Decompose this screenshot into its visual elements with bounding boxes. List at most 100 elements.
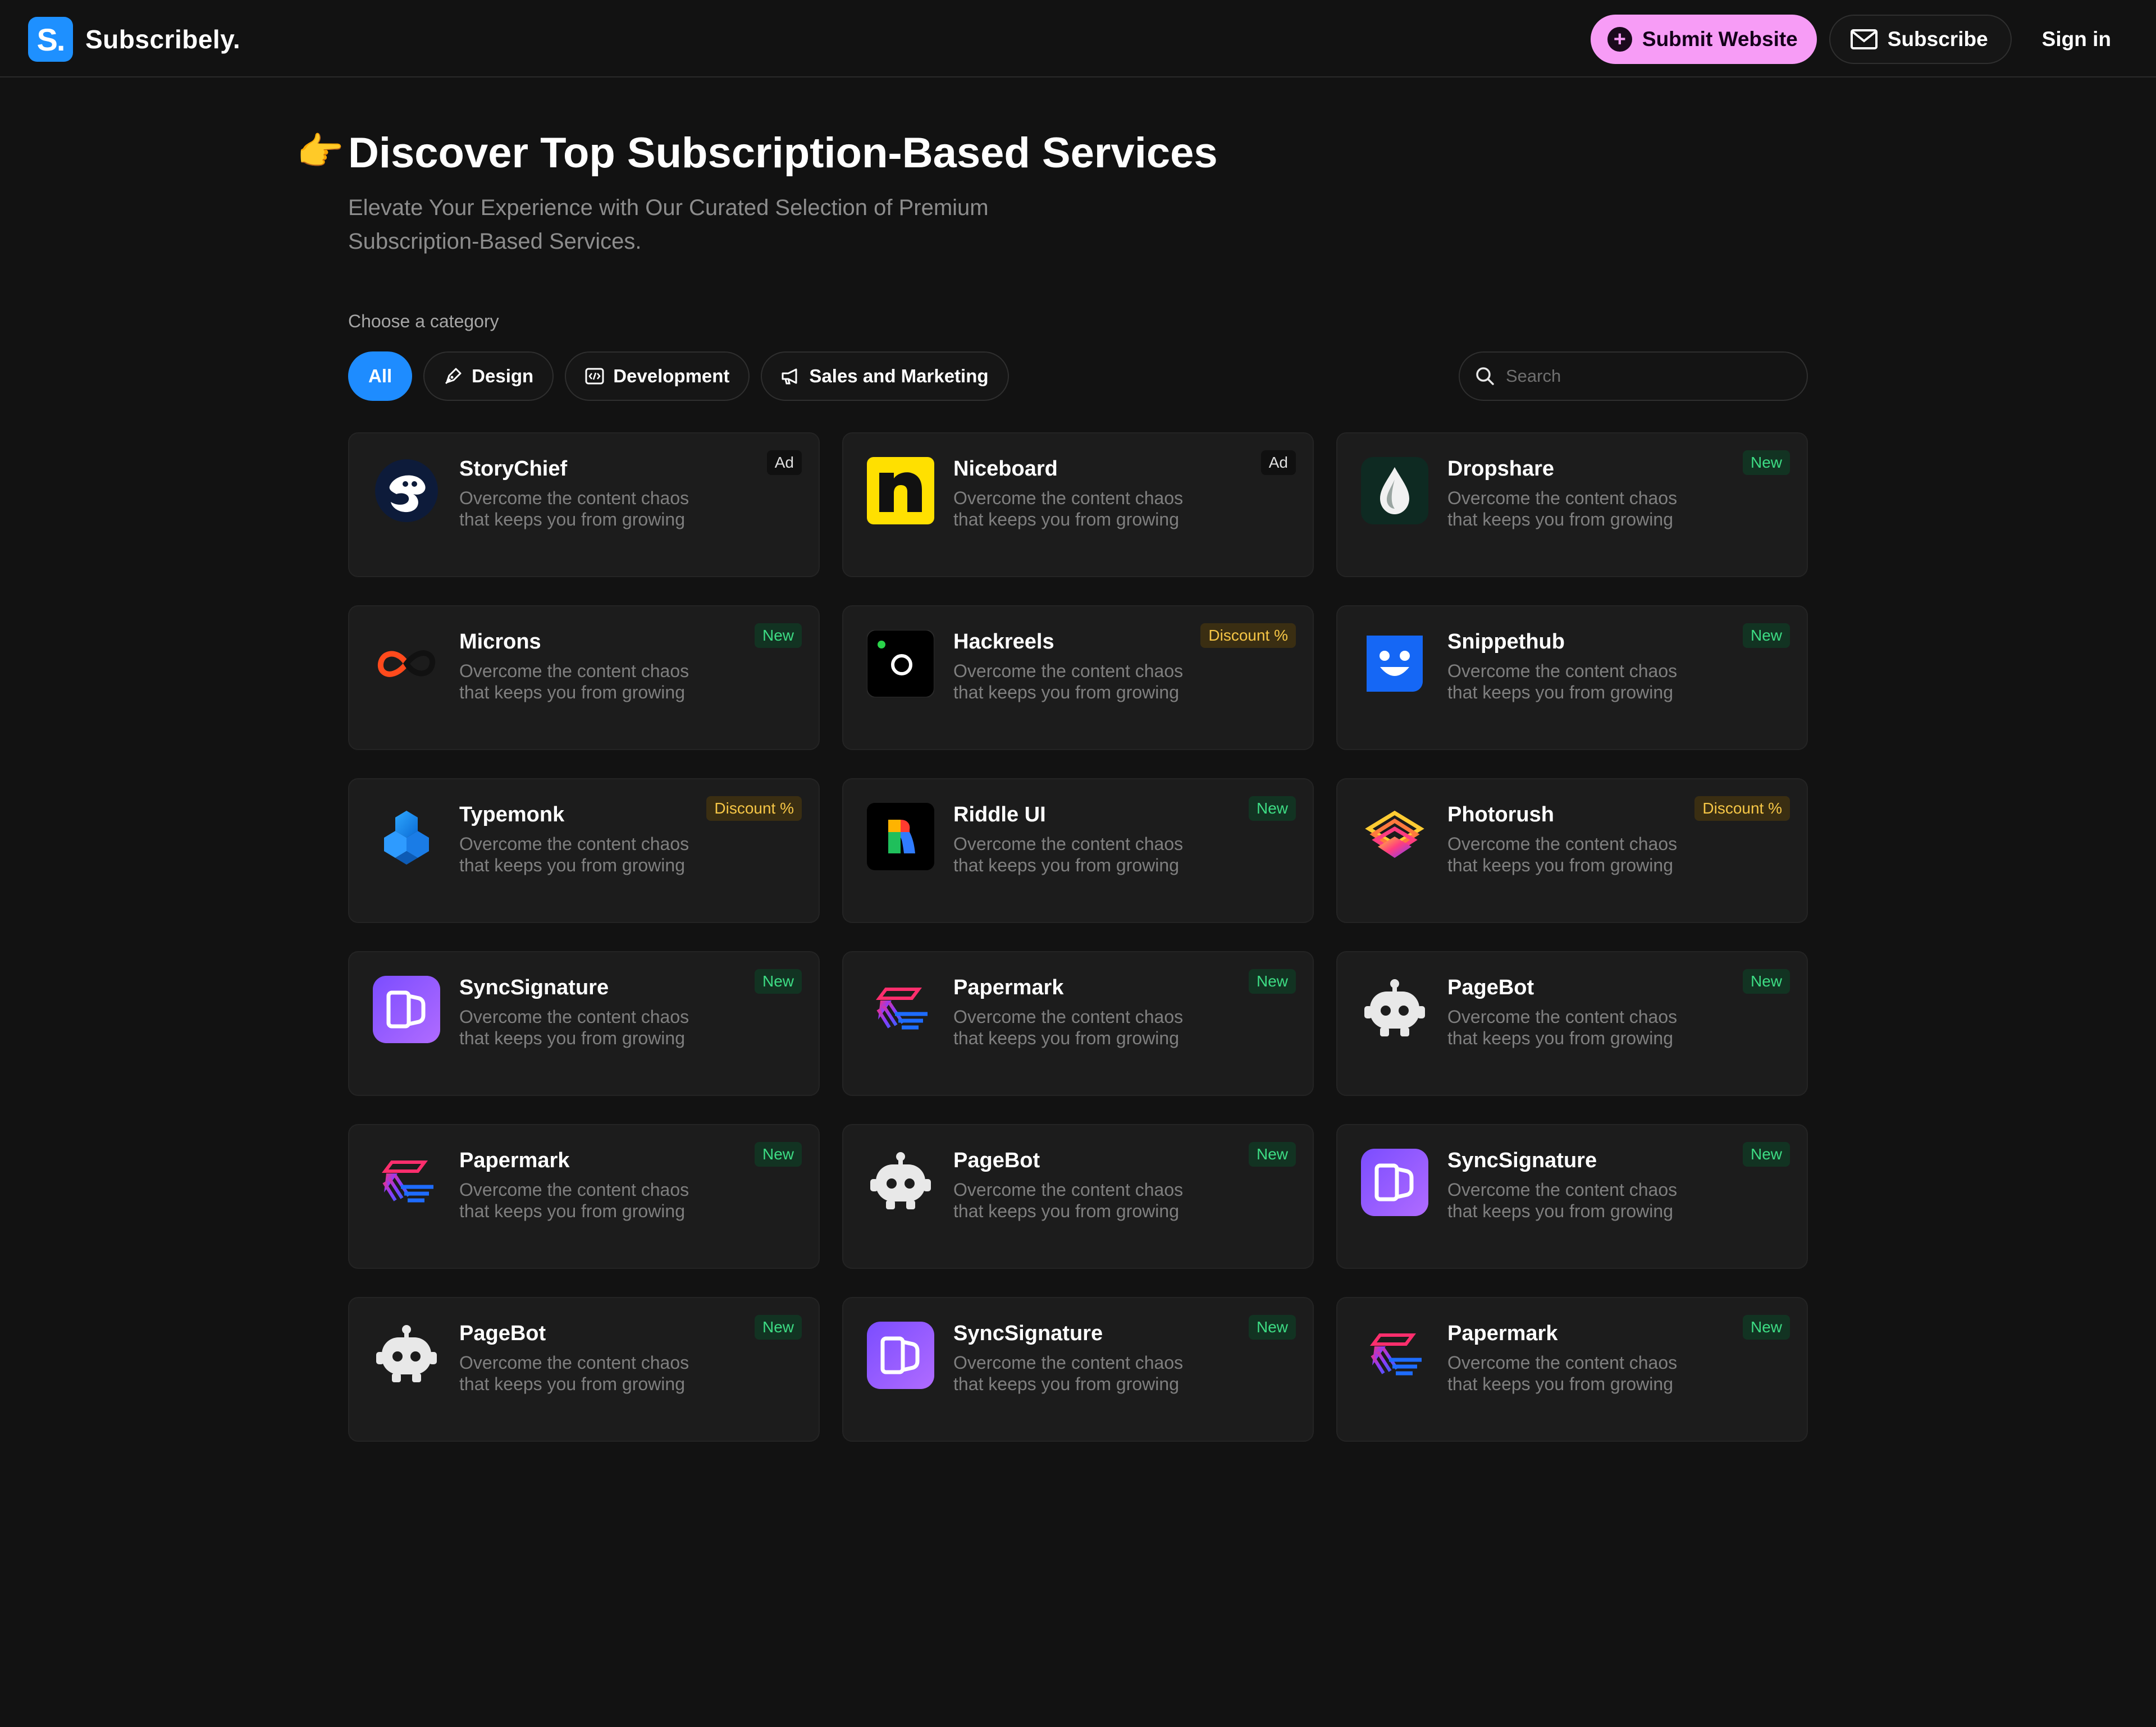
ad-badge: Ad — [766, 450, 802, 475]
category-chip-development[interactable]: Development — [565, 351, 750, 401]
service-card[interactable]: Dropshare Overcome the content chaos tha… — [1336, 432, 1808, 577]
search-box[interactable] — [1459, 351, 1808, 401]
sign-in-link[interactable]: Sign in — [2036, 28, 2117, 51]
service-card[interactable]: Papermark Overcome the content chaos tha… — [348, 1124, 820, 1269]
service-name: Riddle UI — [953, 803, 1046, 826]
plus-circle-icon: + — [1607, 27, 1632, 52]
service-description: Overcome the content chaos that keeps yo… — [1447, 661, 1678, 702]
service-card[interactable]: Papermark Overcome the content chaos tha… — [1336, 1297, 1808, 1442]
service-card[interactable]: StoryChief Overcome the content chaos th… — [348, 432, 820, 577]
page-subtitle: Elevate Your Experience with Our Curated… — [348, 195, 989, 254]
pen-tool-icon — [445, 368, 462, 385]
service-name: Dropshare — [1447, 457, 1555, 481]
service-description: Overcome the content chaos that keeps yo… — [459, 661, 689, 702]
new-badge: New — [1742, 623, 1790, 648]
new-badge: New — [1742, 1142, 1790, 1167]
service-name: Snippethub — [1447, 630, 1565, 654]
new-badge: New — [754, 969, 802, 994]
submit-website-button[interactable]: + Submit Website — [1590, 15, 1817, 64]
service-name: SyncSignature — [459, 976, 609, 999]
hackreels-logo-icon — [867, 630, 934, 697]
service-name: Papermark — [1447, 1322, 1558, 1345]
top-navbar: S. Subscribely. + Submit Website Subscri… — [0, 0, 2156, 77]
service-name: Microns — [459, 630, 541, 654]
discount-badge: Discount % — [1200, 623, 1296, 648]
new-badge: New — [1742, 450, 1790, 475]
service-name: SyncSignature — [1447, 1149, 1597, 1172]
discount-badge: Discount % — [1694, 796, 1790, 821]
service-description: Overcome the content chaos that keeps yo… — [953, 488, 1184, 529]
discount-badge: Discount % — [706, 796, 802, 821]
category-chip-design[interactable]: Design — [423, 351, 554, 401]
niceboard-logo-icon — [867, 457, 934, 524]
service-name: SyncSignature — [953, 1322, 1103, 1345]
service-description: Overcome the content chaos that keeps yo… — [1447, 1353, 1678, 1394]
service-card[interactable]: Hackreels Overcome the content chaos tha… — [842, 605, 1314, 750]
syncsignature-logo-icon — [867, 1322, 934, 1389]
service-card[interactable]: Snippethub Overcome the content chaos th… — [1336, 605, 1808, 750]
new-badge: New — [1248, 1142, 1296, 1167]
service-card[interactable]: PageBot Overcome the content chaos that … — [348, 1297, 820, 1442]
papermark-logo-icon — [1361, 1322, 1428, 1389]
service-name: Papermark — [953, 976, 1064, 999]
snippethub-logo-icon — [1361, 630, 1428, 697]
mail-icon — [1850, 29, 1878, 49]
service-card[interactable]: Photorush Overcome the content chaos tha… — [1336, 778, 1808, 923]
brand-logo-link[interactable]: S. Subscribely. — [28, 17, 240, 62]
category-label: Choose a category — [348, 311, 499, 331]
new-badge: New — [754, 1142, 802, 1167]
new-badge: New — [1248, 969, 1296, 994]
service-card[interactable]: Microns Overcome the content chaos that … — [348, 605, 820, 750]
service-description: Overcome the content chaos that keeps yo… — [459, 1007, 689, 1048]
pagebot-logo-icon — [373, 1322, 440, 1389]
syncsignature-logo-icon — [1361, 1149, 1428, 1216]
storychief-logo-icon — [373, 457, 440, 524]
service-description: Overcome the content chaos that keeps yo… — [1447, 1180, 1678, 1221]
service-description: Overcome the content chaos that keeps yo… — [953, 1180, 1184, 1221]
submit-website-label: Submit Website — [1642, 28, 1798, 51]
syncsignature-logo-icon — [373, 976, 440, 1043]
category-chip-sales-and-marketing[interactable]: Sales and Marketing — [761, 351, 1009, 401]
subscribe-button[interactable]: Subscribe — [1829, 15, 2012, 64]
subscribe-label: Subscribe — [1887, 28, 1988, 51]
service-card[interactable]: Niceboard Overcome the content chaos tha… — [842, 432, 1314, 577]
chip-label: Design — [472, 365, 534, 386]
category-chip-all[interactable]: All — [348, 351, 413, 401]
new-badge: New — [1248, 796, 1296, 821]
service-card[interactable]: SyncSignature Overcome the content chaos… — [348, 951, 820, 1096]
search-input[interactable] — [1505, 365, 1799, 387]
service-card[interactable]: SyncSignature Overcome the content chaos… — [842, 1297, 1314, 1442]
service-card[interactable]: Riddle UI Overcome the content chaos tha… — [842, 778, 1314, 923]
service-card[interactable]: SyncSignature Overcome the content chaos… — [1336, 1124, 1808, 1269]
new-badge: New — [1742, 969, 1790, 994]
riddle-ui-logo-icon — [867, 803, 934, 870]
papermark-logo-icon — [373, 1149, 440, 1216]
service-card[interactable]: PageBot Overcome the content chaos that … — [1336, 951, 1808, 1096]
service-description: Overcome the content chaos that keeps yo… — [1447, 1007, 1678, 1048]
dropshare-logo-icon — [1361, 457, 1428, 524]
new-badge: New — [754, 623, 802, 648]
ad-badge: Ad — [1260, 450, 1296, 475]
brand-mark: S. — [28, 17, 73, 62]
photorush-logo-icon — [1361, 803, 1428, 870]
new-badge: New — [1248, 1315, 1296, 1340]
service-description: Overcome the content chaos that keeps yo… — [459, 1180, 689, 1221]
service-description: Overcome the content chaos that keeps yo… — [1447, 834, 1678, 875]
new-badge: New — [1742, 1315, 1790, 1340]
service-description: Overcome the content chaos that keeps yo… — [1447, 488, 1678, 529]
megaphone-icon — [782, 368, 797, 385]
service-card[interactable]: Papermark Overcome the content chaos tha… — [842, 951, 1314, 1096]
service-description: Overcome the content chaos that keeps yo… — [459, 488, 689, 529]
typemonk-logo-icon — [373, 803, 440, 870]
chip-label: All — [368, 365, 392, 386]
service-description: Overcome the content chaos that keeps yo… — [953, 1007, 1184, 1048]
category-chips: All Design Development Sales and Marketi… — [348, 351, 1020, 401]
service-name: Niceboard — [953, 457, 1058, 481]
pagebot-logo-icon — [1361, 976, 1428, 1043]
microns-logo-icon — [373, 630, 440, 697]
code-icon — [585, 368, 604, 385]
service-name: PageBot — [459, 1322, 546, 1345]
service-card[interactable]: PageBot Overcome the content chaos that … — [842, 1124, 1314, 1269]
service-card[interactable]: Typemonk Overcome the content chaos that… — [348, 778, 820, 923]
papermark-logo-icon — [867, 976, 934, 1043]
